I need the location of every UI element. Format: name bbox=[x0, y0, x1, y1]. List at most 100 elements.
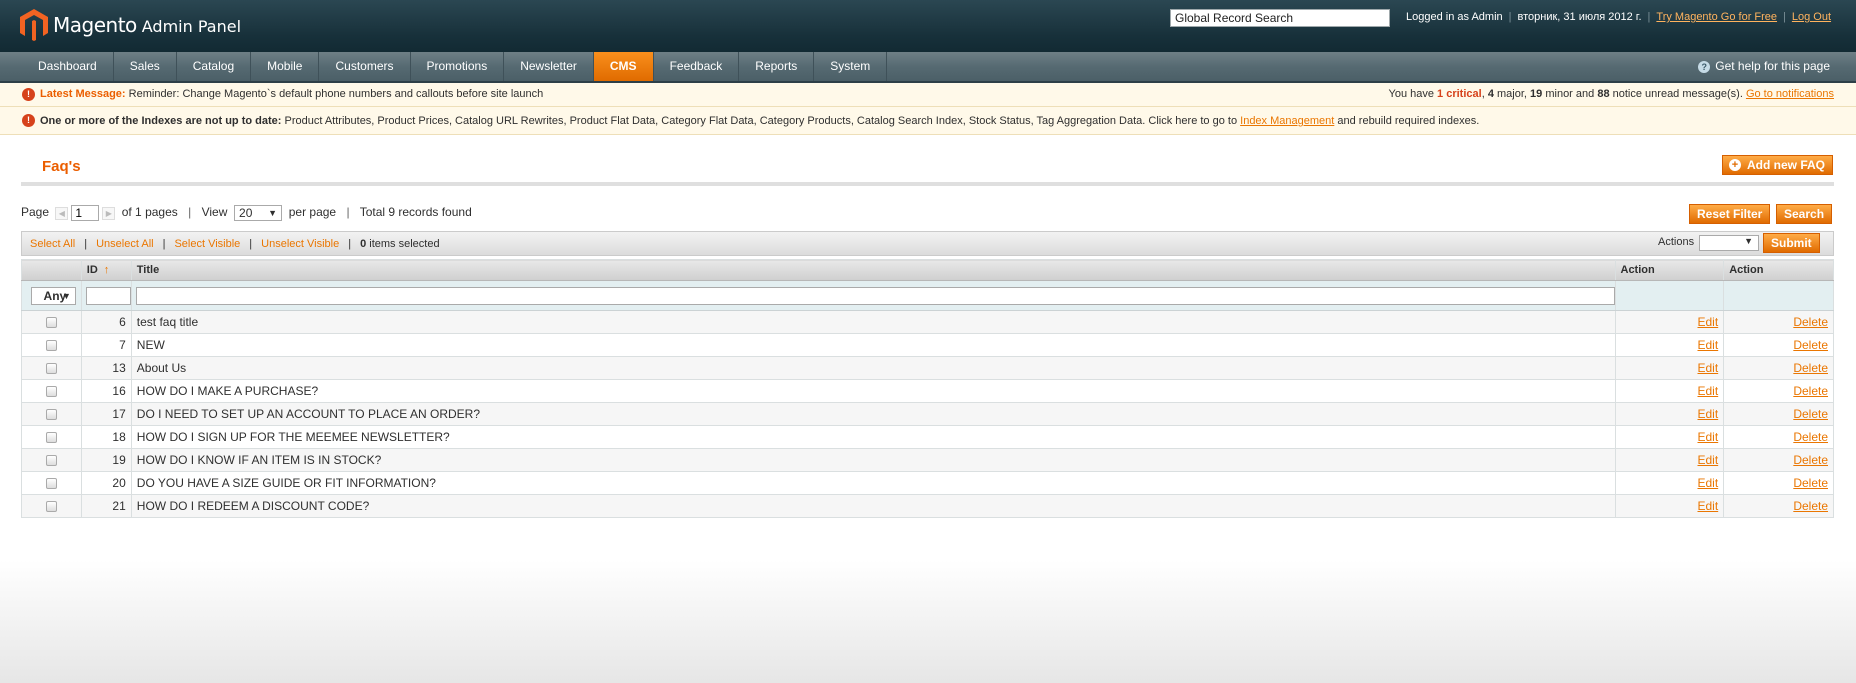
row-id: 7 bbox=[80, 333, 132, 357]
nav-item-catalog[interactable]: Catalog bbox=[177, 52, 252, 81]
edit-link[interactable]: Edit bbox=[1698, 476, 1719, 490]
checkbox-filter-select[interactable]: Any ▼ bbox=[30, 286, 76, 305]
filter-checkbox-cell: Any ▼ bbox=[21, 280, 82, 311]
row-delete-cell: Delete bbox=[1723, 471, 1834, 495]
nav-item-system[interactable]: System bbox=[814, 52, 888, 81]
page-number-input[interactable] bbox=[71, 205, 100, 221]
submit-button[interactable]: Submit bbox=[1763, 233, 1820, 253]
row-delete-cell: Delete bbox=[1723, 356, 1834, 380]
nav-item-sales[interactable]: Sales bbox=[114, 52, 177, 81]
go-to-notifications-link[interactable]: Go to notifications bbox=[1746, 88, 1834, 100]
filter-empty-cell bbox=[1723, 280, 1834, 311]
index-management-link[interactable]: Index Management bbox=[1240, 115, 1334, 127]
column-header-id[interactable]: ID ↑ bbox=[80, 259, 132, 281]
delete-link[interactable]: Delete bbox=[1793, 384, 1828, 398]
notice-label: notice unread message(s). bbox=[1612, 88, 1743, 100]
table-row[interactable]: 18 HOW DO I SIGN UP FOR THE MEEMEE NEWSLE… bbox=[21, 425, 1834, 449]
edit-link[interactable]: Edit bbox=[1698, 407, 1719, 421]
nav-item-newsletter[interactable]: Newsletter bbox=[504, 52, 594, 81]
nav-item-reports[interactable]: Reports bbox=[739, 52, 815, 81]
table-row[interactable]: 7 NEW Edit Delete bbox=[21, 333, 1834, 357]
delete-link[interactable]: Delete bbox=[1793, 453, 1828, 467]
latest-message: Latest Message: Reminder: Change Magento… bbox=[40, 88, 543, 100]
search-button[interactable]: Search bbox=[1776, 204, 1833, 224]
row-checkbox[interactable] bbox=[45, 317, 57, 329]
global-search-input[interactable] bbox=[1170, 9, 1390, 27]
faq-grid: ID ↑ Title Action Action Any ▼ 6 test faq t… bbox=[21, 259, 1834, 518]
table-row[interactable]: 19 HOW DO I KNOW IF AN ITEM IS IN STOCK? E… bbox=[21, 448, 1834, 472]
row-checkbox[interactable] bbox=[45, 363, 57, 375]
edit-link[interactable]: Edit bbox=[1698, 499, 1719, 513]
per-page-select[interactable]: 20 ▼ bbox=[234, 205, 283, 221]
title-filter-input[interactable] bbox=[135, 286, 1615, 305]
separator: | bbox=[162, 238, 166, 250]
column-header-title[interactable]: Title bbox=[130, 259, 1616, 281]
row-checkbox[interactable] bbox=[45, 409, 57, 421]
row-id: 20 bbox=[80, 471, 132, 495]
logout-link[interactable]: Log Out bbox=[1792, 11, 1831, 23]
previous-page-icon[interactable]: ◀ bbox=[55, 206, 69, 220]
per-page-value: 20 bbox=[239, 206, 253, 220]
table-row[interactable]: 16 HOW DO I MAKE A PURCHASE? Edit Delete bbox=[21, 379, 1834, 403]
nav-items: Dashboard Sales Catalog Mobile Customers… bbox=[22, 52, 888, 81]
nav-item-promotions[interactable]: Promotions bbox=[411, 52, 505, 81]
unselect-all-link[interactable]: Unselect All bbox=[96, 238, 153, 250]
table-row[interactable]: 6 test faq title Edit Delete bbox=[21, 310, 1834, 334]
major-count: 4 bbox=[1487, 88, 1494, 100]
select-all-link[interactable]: Select All bbox=[30, 238, 75, 250]
row-title: HOW DO I SIGN UP FOR THE MEEMEE NEWSLETT… bbox=[130, 425, 1616, 449]
row-checkbox[interactable] bbox=[45, 455, 57, 467]
row-checkbox[interactable] bbox=[45, 386, 57, 398]
delete-link[interactable]: Delete bbox=[1793, 430, 1828, 444]
header-user-bar: Logged in as Admin | вторник, 31 июля 2012… bbox=[1406, 11, 1831, 23]
unselect-visible-link[interactable]: Unselect Visible bbox=[261, 238, 339, 250]
row-id: 21 bbox=[80, 494, 132, 518]
filter-id-cell bbox=[80, 280, 132, 311]
table-row[interactable]: 20 DO YOU HAVE A SIZE GUIDE OR FIT INFORM… bbox=[21, 471, 1834, 495]
row-checkbox[interactable] bbox=[45, 432, 57, 444]
help-link[interactable]: ? Get help for this page bbox=[1698, 52, 1830, 81]
nav-item-mobile[interactable]: Mobile bbox=[251, 52, 320, 81]
index-warning-suffix: and rebuild required indexes. bbox=[1337, 115, 1480, 127]
select-visible-link[interactable]: Select Visible bbox=[174, 238, 240, 250]
current-date: вторник, 31 июля 2012 г. bbox=[1517, 11, 1642, 23]
help-label: Get help for this page bbox=[1715, 59, 1830, 73]
nav-item-cms[interactable]: CMS bbox=[593, 52, 654, 81]
delete-link[interactable]: Delete bbox=[1793, 338, 1828, 352]
nav-item-feedback[interactable]: Feedback bbox=[654, 52, 740, 81]
try-magento-go-link[interactable]: Try Magento Go for Free bbox=[1656, 11, 1777, 23]
grid-header-row: ID ↑ Title Action Action bbox=[21, 259, 1834, 281]
column-header-action: Action bbox=[1723, 259, 1834, 281]
add-new-faq-button[interactable]: + Add new FAQ bbox=[1722, 155, 1833, 175]
edit-link[interactable]: Edit bbox=[1698, 338, 1719, 352]
row-checkbox-cell bbox=[21, 356, 82, 380]
edit-link[interactable]: Edit bbox=[1698, 453, 1719, 467]
row-delete-cell: Delete bbox=[1723, 333, 1834, 357]
table-row[interactable]: 21 HOW DO I REDEEM A DISCOUNT CODE? Edit De… bbox=[21, 494, 1834, 518]
id-filter-input[interactable] bbox=[85, 286, 131, 305]
edit-link[interactable]: Edit bbox=[1698, 315, 1719, 329]
per-page-label: per page bbox=[288, 205, 337, 220]
index-warning-text: Product Attributes, Product Prices, Cata… bbox=[284, 115, 1238, 127]
delete-link[interactable]: Delete bbox=[1793, 499, 1828, 513]
row-title: HOW DO I KNOW IF AN ITEM IS IN STOCK? bbox=[130, 448, 1616, 472]
actions-select[interactable]: ▼ bbox=[1699, 235, 1759, 251]
row-checkbox[interactable] bbox=[45, 340, 57, 352]
table-row[interactable]: 17 DO I NEED TO SET UP AN ACCOUNT TO PLAC… bbox=[21, 402, 1834, 426]
nav-item-customers[interactable]: Customers bbox=[319, 52, 411, 81]
delete-link[interactable]: Delete bbox=[1793, 407, 1828, 421]
row-checkbox-cell bbox=[21, 310, 82, 334]
reset-filter-button[interactable]: Reset Filter bbox=[1689, 204, 1771, 224]
row-title: DO I NEED TO SET UP AN ACCOUNT TO PLACE … bbox=[130, 402, 1616, 426]
table-row[interactable]: 13 About Us Edit Delete bbox=[21, 356, 1834, 380]
edit-link[interactable]: Edit bbox=[1698, 361, 1719, 375]
delete-link[interactable]: Delete bbox=[1793, 476, 1828, 490]
delete-link[interactable]: Delete bbox=[1793, 361, 1828, 375]
edit-link[interactable]: Edit bbox=[1698, 384, 1719, 398]
delete-link[interactable]: Delete bbox=[1793, 315, 1828, 329]
edit-link[interactable]: Edit bbox=[1698, 430, 1719, 444]
row-checkbox[interactable] bbox=[45, 501, 57, 513]
row-checkbox[interactable] bbox=[45, 478, 57, 490]
nav-item-dashboard[interactable]: Dashboard bbox=[22, 52, 114, 81]
next-page-icon[interactable]: ▶ bbox=[102, 206, 116, 220]
